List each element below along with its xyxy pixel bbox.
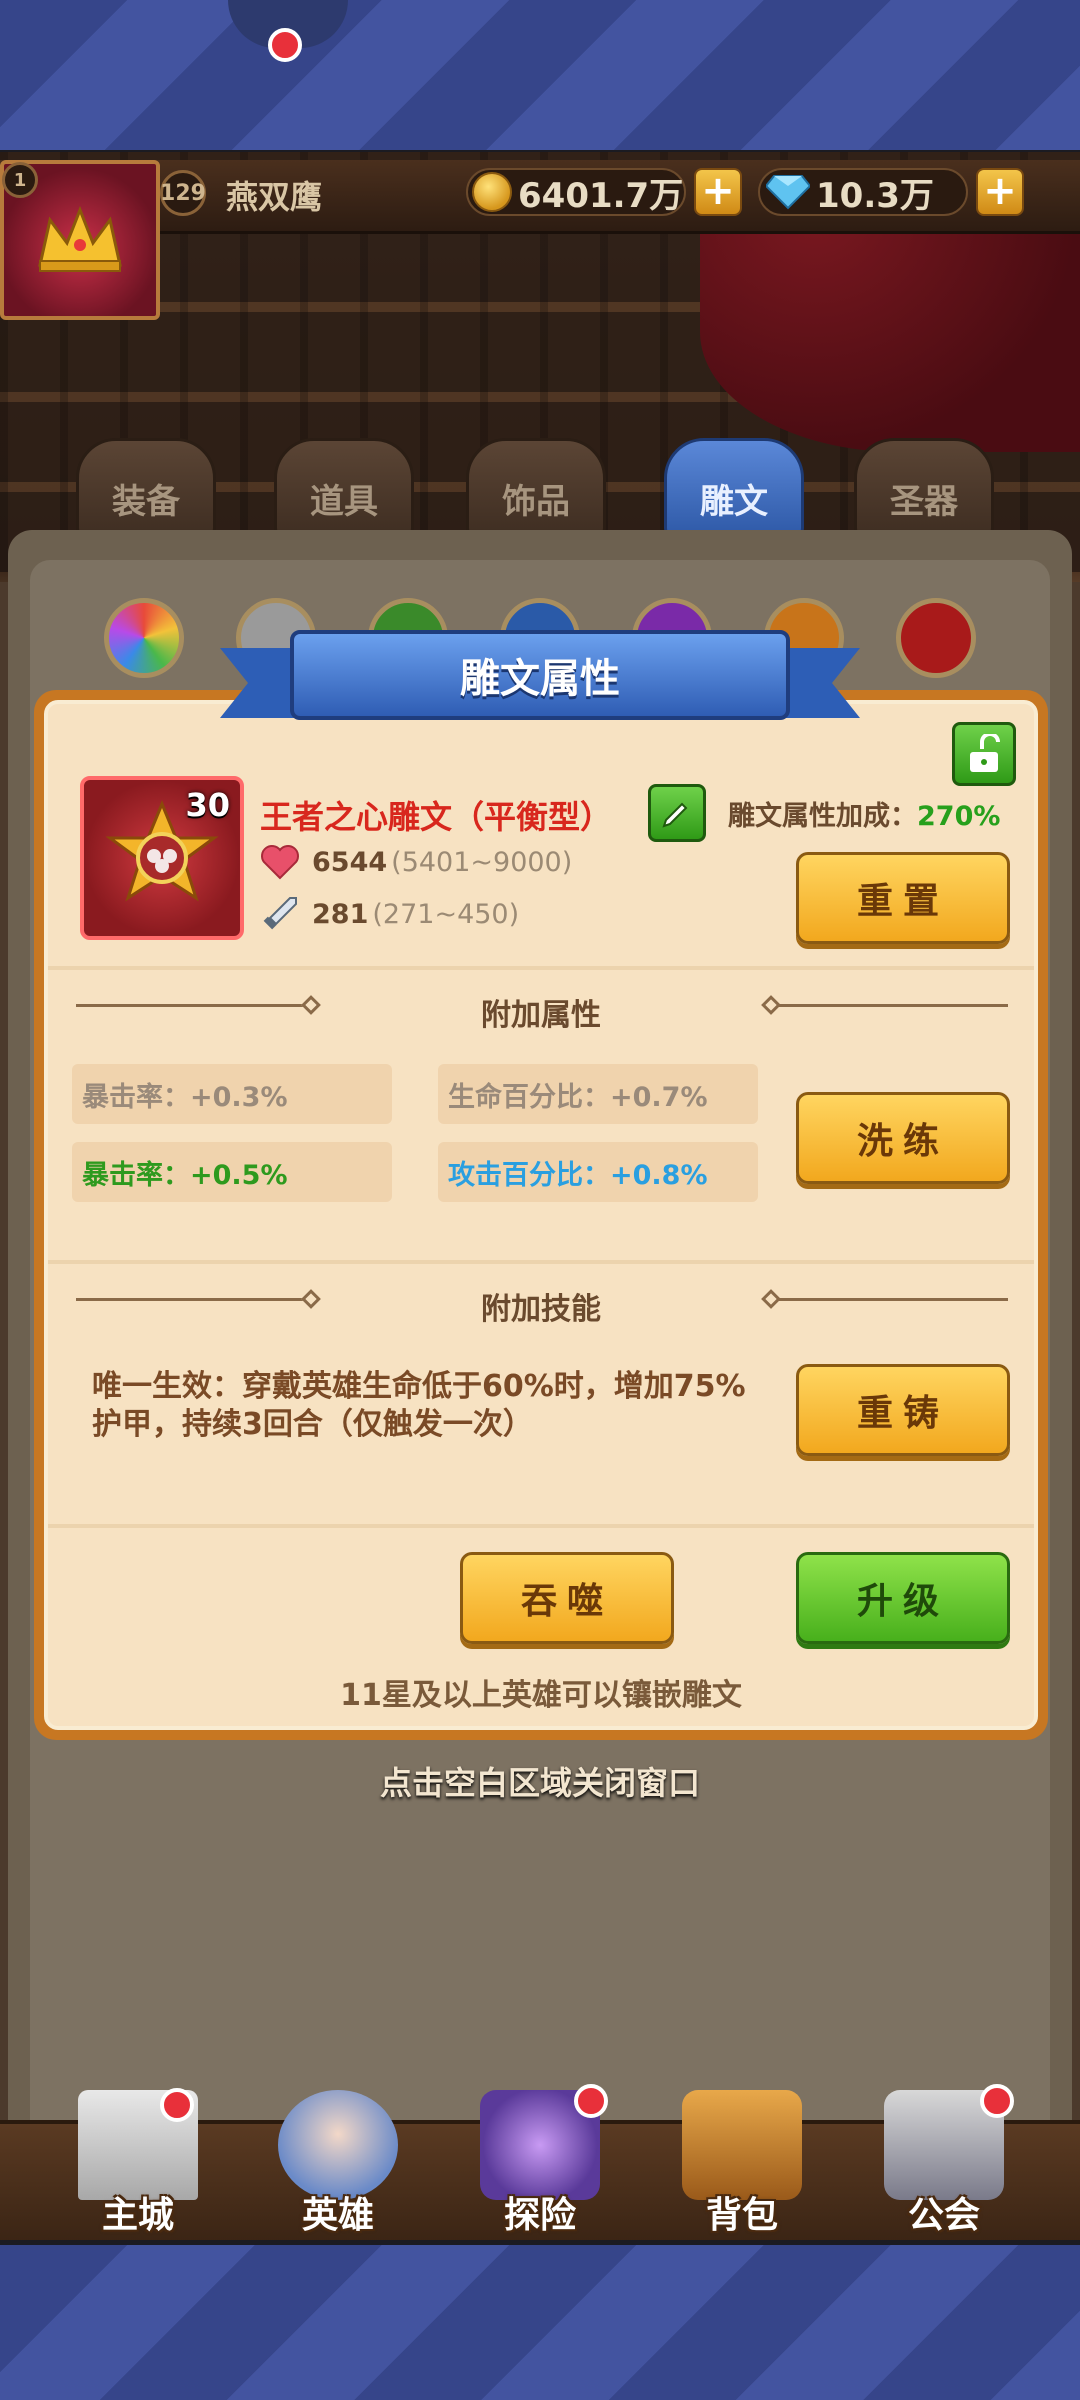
player-name: 燕双鹰 <box>226 178 323 216</box>
diamond-icon <box>766 175 810 210</box>
hp-range: (5401~9000) <box>391 846 573 878</box>
recast-button[interactable]: 重铸 <box>796 1364 1010 1456</box>
nav-main-city[interactable]: 主城 <box>48 2068 228 2238</box>
dialog-body: 30 王者之心雕文（平衡型） 雕文属性加成：270% 6544 (5401~90… <box>44 700 1038 1730</box>
nav-guild[interactable]: 公会 <box>854 2068 1034 2238</box>
section-divider <box>48 1524 1034 1528</box>
curtain-decoration <box>700 212 1080 452</box>
attack-range: (271~450) <box>372 898 520 930</box>
diamond-amount: 10.3万 <box>816 175 934 216</box>
extra-attributes-title: 附加属性 <box>481 998 601 1033</box>
nav-label: 背包 <box>705 2195 778 2236</box>
dialog-title: 雕文属性 <box>290 630 790 720</box>
rune-filter-red[interactable] <box>896 598 976 678</box>
top-frame-background <box>0 0 1080 152</box>
rune-bonus-value: 270% <box>917 801 1001 832</box>
sword-icon <box>263 897 297 930</box>
lock-toggle-button[interactable] <box>952 722 1016 786</box>
section-divider <box>48 966 1034 970</box>
tab-runes[interactable]: 雕文 <box>664 438 804 538</box>
bag-icon <box>682 2090 802 2200</box>
title-ornament-right <box>778 1004 1008 1007</box>
nav-explore[interactable]: 探险 <box>450 2068 630 2238</box>
hp-value: 6544 <box>312 846 388 878</box>
attack-stat: 281 (271~450) <box>260 894 519 934</box>
upgrade-button[interactable]: 升级 <box>796 1552 1010 1644</box>
diamond-counter: 10.3万 <box>758 168 968 216</box>
notification-dot <box>268 28 302 62</box>
extra-attribute: 暴击率：+0.3% <box>72 1064 392 1124</box>
inlay-hint: 11星及以上英雄可以镶嵌雕文 <box>340 1678 742 1713</box>
bottom-frame-background <box>0 2245 1080 2400</box>
tab-items[interactable]: 道具 <box>274 438 414 538</box>
notification-dot <box>574 2084 608 2118</box>
rune-bonus: 雕文属性加成：270% <box>728 794 1000 833</box>
crown-icon <box>38 205 122 272</box>
add-gold-button[interactable]: + <box>694 168 742 216</box>
rune-detail-dialog: 30 王者之心雕文（平衡型） 雕文属性加成：270% 6544 (5401~90… <box>34 690 1048 1740</box>
notification-dot <box>160 2088 194 2122</box>
refine-button[interactable]: 洗练 <box>796 1092 1010 1184</box>
rune-item-icon: 30 <box>80 776 244 940</box>
vip-badge: 1 <box>2 162 38 198</box>
section-divider <box>48 1260 1034 1264</box>
hero-icon <box>278 2090 398 2200</box>
unlock-icon <box>970 734 1000 772</box>
devour-button[interactable]: 吞噬 <box>460 1552 674 1644</box>
extra-attribute: 生命百分比：+0.7% <box>438 1064 758 1124</box>
gold-coin-icon <box>472 172 512 212</box>
player-level-badge: 129 <box>160 170 206 216</box>
gold-counter: 6401.7万 <box>466 168 686 216</box>
notification-dot <box>980 2084 1014 2118</box>
rune-name: 王者之心雕文（平衡型） <box>260 798 613 836</box>
hp-stat: 6544 (5401~9000) <box>260 844 572 880</box>
dialog-title-ribbon: 雕文属性 <box>220 630 860 730</box>
add-diamond-button[interactable]: + <box>976 168 1024 216</box>
tab-equipment[interactable]: 装备 <box>76 438 216 538</box>
rune-level: 30 <box>185 786 230 824</box>
tab-artifacts[interactable]: 圣器 <box>854 438 994 538</box>
title-ornament-right <box>778 1298 1008 1301</box>
close-window-hint[interactable]: 点击空白区域关闭窗口 <box>0 1758 1080 1804</box>
pencil-icon <box>662 802 688 828</box>
heart-icon <box>261 845 299 880</box>
rename-button[interactable] <box>648 784 706 842</box>
rune-bonus-label: 雕文属性加成： <box>728 801 917 832</box>
rune-filter-all[interactable] <box>104 598 184 678</box>
nav-backpack[interactable]: 背包 <box>652 2068 832 2238</box>
extra-attribute: 攻击百分比：+0.8% <box>438 1142 758 1202</box>
nav-label: 英雄 <box>301 2195 374 2236</box>
attack-value: 281 <box>312 898 369 930</box>
nav-label: 探险 <box>503 2195 576 2236</box>
skill-description: 唯一生效：穿戴英雄生命低于60%时，增加75%护甲，持续3回合（仅触发一次） <box>92 1369 746 1442</box>
extra-skill-title: 附加技能 <box>481 1292 601 1327</box>
reset-button[interactable]: 重置 <box>796 852 1010 944</box>
nav-heroes[interactable]: 英雄 <box>248 2068 428 2238</box>
gold-amount: 6401.7万 <box>518 175 684 216</box>
nav-label: 主城 <box>101 2195 174 2236</box>
nav-label: 公会 <box>907 2195 980 2236</box>
tab-accessories[interactable]: 饰品 <box>466 438 606 538</box>
extra-attribute: 暴击率：+0.5% <box>72 1142 392 1202</box>
